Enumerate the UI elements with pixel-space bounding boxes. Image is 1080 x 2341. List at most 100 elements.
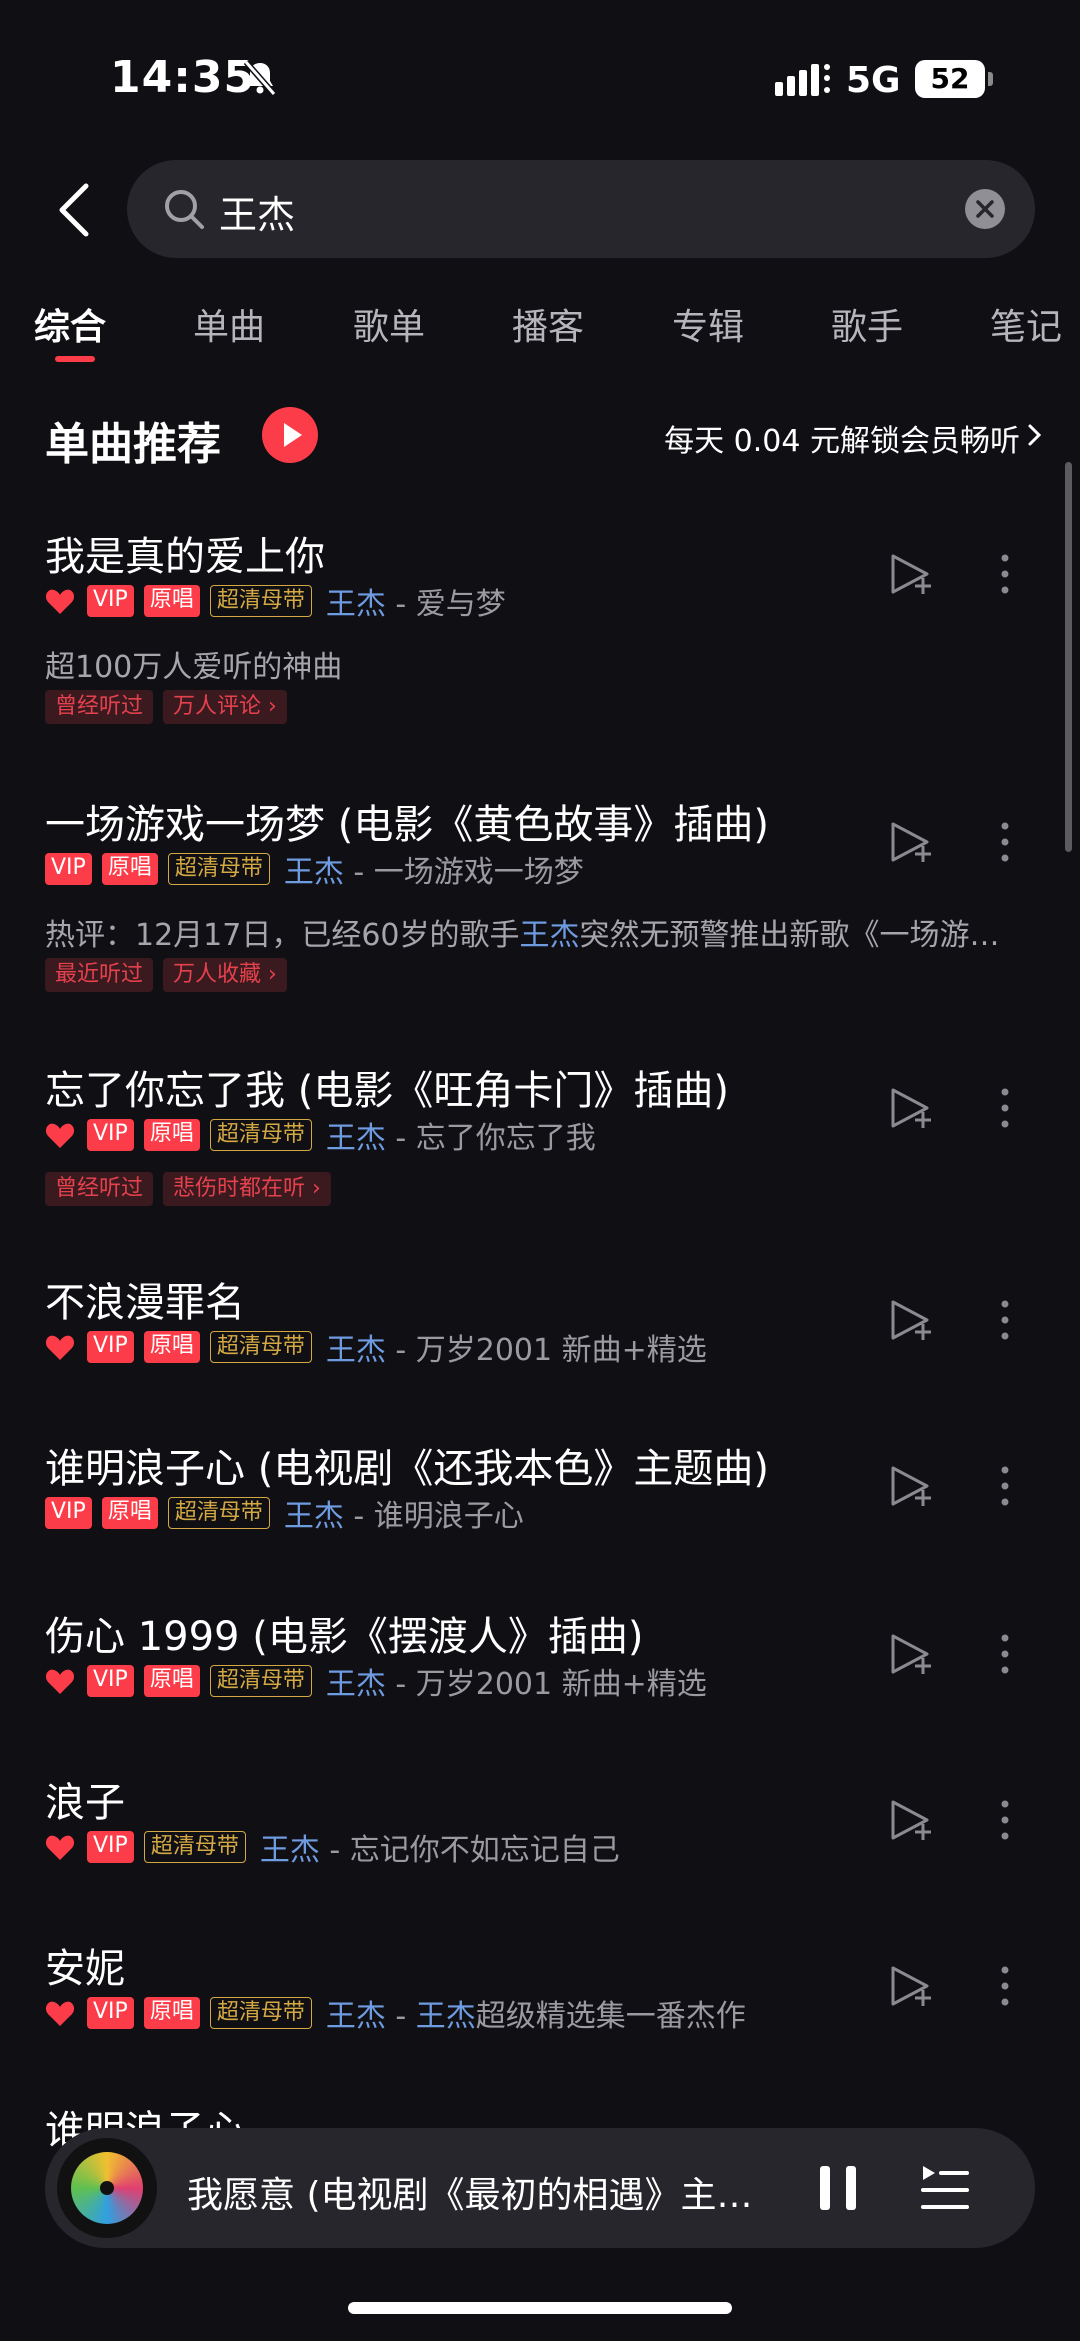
vip-badge: VIP bbox=[87, 1331, 134, 1363]
vip-badge: VIP bbox=[87, 585, 134, 617]
tag-comments[interactable]: 万人评论 › bbox=[163, 690, 287, 724]
heart-icon[interactable] bbox=[45, 1333, 75, 1361]
more-icon[interactable] bbox=[995, 548, 1015, 600]
scrollbar[interactable] bbox=[1065, 462, 1072, 852]
hot-comment: 热评：12月17日，已经60岁的歌手王杰突然无预警推出新歌《一场游戏一场梦》 bbox=[45, 918, 1015, 953]
tab-artists[interactable]: 歌手 bbox=[831, 298, 903, 350]
search-input[interactable]: 王杰 bbox=[127, 160, 1035, 258]
song-title: 忘了你忘了我 (电影《旺角卡门》插曲) bbox=[45, 1068, 729, 1114]
artist-link[interactable]: 王杰 bbox=[326, 579, 386, 623]
network-type: 5G bbox=[846, 60, 901, 101]
hq-master-badge: 超清母带 bbox=[209, 1119, 312, 1151]
song-meta: VIP 超清母带 王杰 - 忘记你不如忘记自己 bbox=[45, 1825, 620, 1869]
song-title: 谁明浪子心 (电视剧《还我本色》主题曲) bbox=[45, 1446, 769, 1492]
section-title: 单曲推荐 bbox=[45, 419, 221, 470]
battery-icon: 52 bbox=[915, 60, 993, 98]
add-to-playlist-icon[interactable] bbox=[885, 1960, 937, 2012]
tag-collected[interactable]: 万人收藏 › bbox=[163, 958, 287, 992]
disc-hole bbox=[100, 2181, 114, 2195]
heart-icon[interactable] bbox=[45, 587, 75, 615]
add-to-playlist-icon[interactable] bbox=[885, 548, 937, 600]
album-name: - 王杰超级精选集一番杰作 bbox=[385, 1999, 746, 2034]
tab-albums[interactable]: 专辑 bbox=[672, 298, 744, 350]
song-tags: 曾经听过 万人评论 › bbox=[45, 690, 297, 724]
tab-playlists[interactable]: 歌单 bbox=[353, 298, 425, 350]
add-to-playlist-icon[interactable] bbox=[885, 816, 937, 868]
artist-link[interactable]: 王杰 bbox=[326, 1113, 386, 1157]
original-badge: 原唱 bbox=[143, 1119, 200, 1151]
home-indicator[interactable] bbox=[348, 2302, 732, 2314]
vip-badge: VIP bbox=[87, 1665, 134, 1697]
vip-badge: VIP bbox=[45, 1497, 92, 1529]
artist-link[interactable]: 王杰 bbox=[326, 1659, 386, 1703]
back-icon[interactable] bbox=[50, 180, 100, 240]
add-to-playlist-icon[interactable] bbox=[885, 1294, 937, 1346]
album-name: - 忘记你不如忘记自己 bbox=[319, 1833, 620, 1868]
close-icon bbox=[976, 200, 994, 218]
album-art[interactable] bbox=[57, 2138, 157, 2238]
song-title: 一场游戏一场梦 (电影《黄色故事》插曲) bbox=[45, 802, 769, 848]
more-icon[interactable] bbox=[995, 1082, 1015, 1134]
heart-icon[interactable] bbox=[45, 1667, 75, 1695]
add-to-playlist-icon[interactable] bbox=[885, 1460, 937, 1512]
song-meta: VIP 原唱 超清母带 王杰 - 万岁2001 新曲+精选 bbox=[45, 1659, 707, 1703]
song-meta: VIP 原唱 超清母带 王杰 - 一场游戏一场梦 bbox=[45, 847, 584, 891]
song-meta: VIP 原唱 超清母带 王杰 - 王杰超级精选集一番杰作 bbox=[45, 1991, 746, 2035]
original-badge: 原唱 bbox=[143, 1997, 200, 2029]
play-all-button[interactable] bbox=[262, 407, 318, 463]
search-tabs: 综合 单曲 歌单 播客 专辑 歌手 笔记 bbox=[0, 298, 1080, 368]
song-title: 浪子 bbox=[45, 1780, 125, 1826]
artist-link[interactable]: 王杰 bbox=[326, 1325, 386, 1369]
tab-notes[interactable]: 笔记 bbox=[990, 298, 1062, 350]
play-icon bbox=[284, 423, 302, 447]
search-icon bbox=[165, 190, 204, 229]
search-query[interactable]: 王杰 bbox=[219, 184, 295, 239]
hq-master-badge: 超清母带 bbox=[209, 1997, 312, 2029]
pause-icon[interactable] bbox=[810, 2160, 866, 2216]
more-icon[interactable] bbox=[995, 816, 1015, 868]
song-meta: VIP 原唱 超清母带 王杰 - 谁明浪子心 bbox=[45, 1491, 524, 1535]
vip-badge: VIP bbox=[87, 1119, 134, 1151]
clear-search-button[interactable] bbox=[965, 189, 1005, 229]
vip-promo-link[interactable]: 每天 0.04 元解锁会员畅听 bbox=[664, 416, 1020, 460]
add-to-playlist-icon[interactable] bbox=[885, 1628, 937, 1680]
song-tags: 最近听过 万人收藏 › bbox=[45, 958, 297, 992]
playlist-icon[interactable] bbox=[915, 2158, 975, 2218]
bell-muted-icon bbox=[243, 60, 277, 96]
signal-icon bbox=[775, 64, 830, 96]
album-name: - 谁明浪子心 bbox=[343, 1499, 524, 1534]
tab-songs[interactable]: 单曲 bbox=[193, 298, 265, 350]
mini-player[interactable]: 我愿意 (电视剧《最初的相遇》主题曲) bbox=[45, 2128, 1035, 2248]
more-icon[interactable] bbox=[995, 1628, 1015, 1680]
chevron-right-icon bbox=[1028, 424, 1042, 446]
artist-link[interactable]: 王杰 bbox=[284, 1491, 344, 1535]
artist-link[interactable]: 王杰 bbox=[260, 1825, 320, 1869]
original-badge: 原唱 bbox=[143, 1665, 200, 1697]
heart-icon[interactable] bbox=[45, 1999, 75, 2027]
artist-link[interactable]: 王杰 bbox=[284, 847, 344, 891]
song-title: 伤心 1999 (电影《摆渡人》插曲) bbox=[45, 1614, 644, 1660]
more-icon[interactable] bbox=[995, 1794, 1015, 1846]
tag-mood[interactable]: 悲伤时都在听 › bbox=[163, 1172, 331, 1206]
more-icon[interactable] bbox=[995, 1460, 1015, 1512]
more-icon[interactable] bbox=[995, 1960, 1015, 2012]
hq-master-badge: 超清母带 bbox=[167, 1497, 270, 1529]
vip-badge: VIP bbox=[45, 853, 92, 885]
more-icon[interactable] bbox=[995, 1294, 1015, 1346]
tab-all[interactable]: 综合 bbox=[34, 298, 106, 350]
add-to-playlist-icon[interactable] bbox=[885, 1794, 937, 1846]
tab-podcasts[interactable]: 播客 bbox=[512, 298, 584, 350]
album-name: - 爱与梦 bbox=[385, 587, 506, 622]
status-bar: 14:35 5G 52 bbox=[0, 0, 1080, 150]
now-playing-title[interactable]: 我愿意 (电视剧《最初的相遇》主题曲) bbox=[187, 2166, 777, 2218]
original-badge: 原唱 bbox=[101, 1497, 158, 1529]
tab-active-indicator bbox=[55, 356, 95, 362]
add-to-playlist-icon[interactable] bbox=[885, 1082, 937, 1134]
hq-master-badge: 超清母带 bbox=[209, 1331, 312, 1363]
tag-listened: 曾经听过 bbox=[45, 1172, 154, 1206]
artist-link[interactable]: 王杰 bbox=[326, 1991, 386, 2035]
song-meta: VIP 原唱 超清母带 王杰 - 爱与梦 bbox=[45, 579, 506, 623]
heart-icon[interactable] bbox=[45, 1833, 75, 1861]
heart-icon[interactable] bbox=[45, 1121, 75, 1149]
album-name: - 万岁2001 新曲+精选 bbox=[385, 1667, 707, 1702]
